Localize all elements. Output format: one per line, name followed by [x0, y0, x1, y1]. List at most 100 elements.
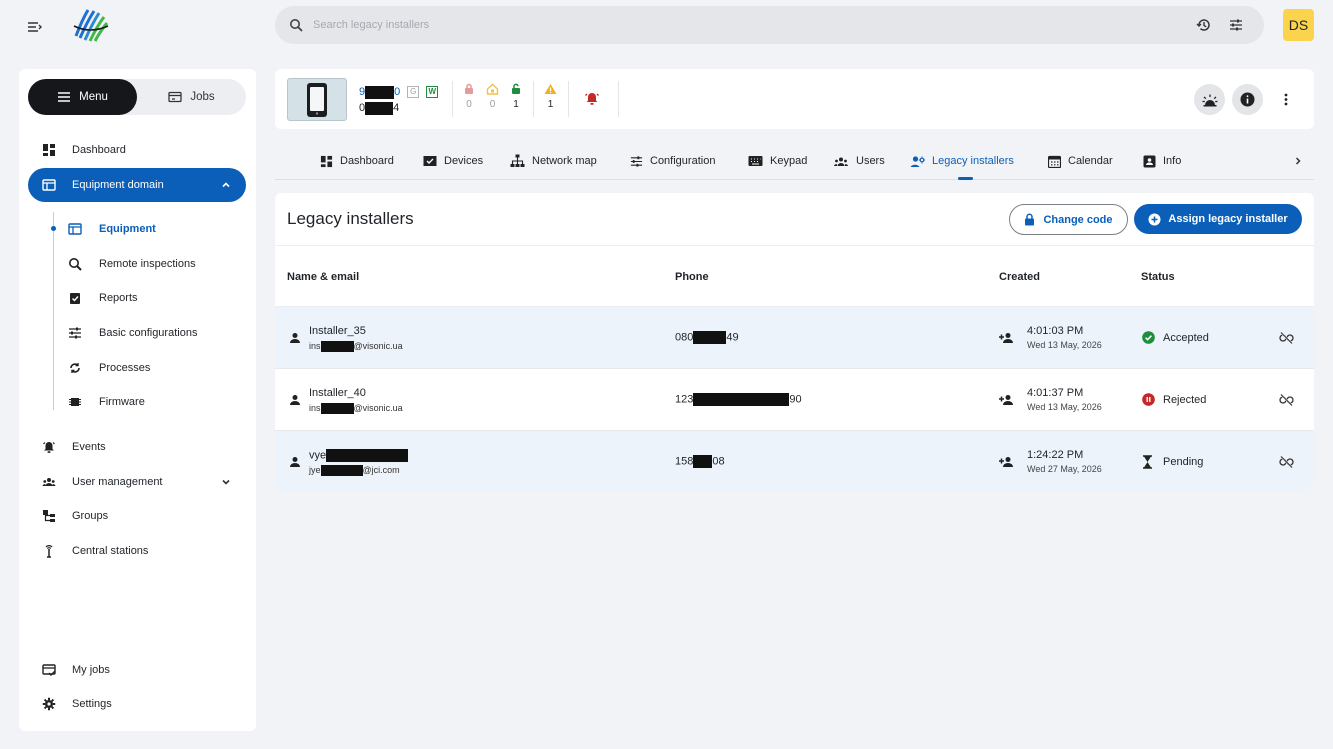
- jobs-segment-button[interactable]: Jobs: [137, 79, 246, 115]
- collapse-menu-icon[interactable]: [26, 18, 44, 36]
- sidebar-sub-item-reports[interactable]: Reports: [68, 281, 138, 315]
- change-code-button[interactable]: Change code: [1009, 204, 1128, 235]
- installer-email: ins @visonic.ua: [309, 340, 403, 353]
- sidebar-sub-item-remote-inspections[interactable]: Remote inspections: [68, 247, 196, 281]
- memory-chip-icon: [69, 398, 81, 406]
- device-id-end[interactable]: 0: [394, 84, 400, 100]
- dashboard-icon: [320, 155, 333, 167]
- alarm-red-icon[interactable]: [584, 91, 600, 106]
- stat-armed-home[interactable]: 0: [486, 83, 499, 110]
- menu-segment-button[interactable]: Menu: [28, 79, 137, 115]
- sidebar-sub-item-processes[interactable]: Processes: [68, 351, 150, 385]
- status-text: Rejected: [1163, 394, 1207, 406]
- stat-value: 1: [513, 99, 519, 110]
- column-header-status[interactable]: Status: [1141, 271, 1175, 283]
- sidebar-item-groups[interactable]: Groups: [28, 499, 246, 533]
- groups-tree-icon: [43, 510, 55, 522]
- stat-value: 0: [466, 99, 472, 110]
- info-icon: [1240, 92, 1255, 107]
- divider: [452, 81, 453, 117]
- tab-dashboard[interactable]: Dashboard: [320, 146, 394, 176]
- tab-devices[interactable]: Devices: [423, 146, 483, 176]
- tab-network-map[interactable]: Network map: [510, 146, 597, 176]
- history-icon[interactable]: [1196, 17, 1212, 33]
- tab-info[interactable]: Info: [1143, 146, 1181, 176]
- chevron-down-icon[interactable]: [220, 476, 232, 488]
- sync-icon: [70, 363, 80, 373]
- tab-users[interactable]: Users: [833, 146, 885, 176]
- brightness-alert-button[interactable]: [1194, 84, 1225, 115]
- column-header-phone[interactable]: Phone: [675, 271, 709, 283]
- group-users-icon: [42, 478, 56, 486]
- sidebar-sub-item-equipment[interactable]: Equipment: [68, 212, 156, 246]
- person-icon: [290, 457, 300, 467]
- phone-start: 158: [675, 455, 694, 468]
- link-off-icon[interactable]: [1279, 332, 1294, 344]
- more-vertical-icon[interactable]: [1280, 93, 1292, 106]
- brand-logo[interactable]: [70, 6, 110, 44]
- sidebar-sub-item-firmware[interactable]: Firmware: [68, 385, 145, 419]
- devices-check-icon: [423, 155, 437, 166]
- stat-armed-away[interactable]: 0: [463, 83, 475, 110]
- phone-end: 90: [789, 393, 802, 406]
- equipment-icon: [68, 223, 82, 235]
- siren-icon: [1202, 94, 1217, 106]
- sidebar-item-equipment-domain[interactable]: Equipment domain: [28, 168, 246, 202]
- redaction-block: [320, 465, 363, 477]
- chevron-up-icon[interactable]: [220, 179, 232, 191]
- submenu-active-dot: [51, 226, 56, 231]
- divider: [618, 81, 619, 117]
- tabs-scroll-right-button[interactable]: [1293, 146, 1303, 176]
- user-avatar[interactable]: DS: [1283, 9, 1314, 41]
- column-header-name[interactable]: Name & email: [287, 271, 359, 283]
- table-row[interactable]: Installer_40 ins @visonic.ua 123 90 4:01:3…: [275, 369, 1314, 431]
- link-off-icon[interactable]: [1279, 456, 1294, 468]
- sidebar-sub-item-label: Firmware: [99, 396, 145, 408]
- tab-legacy-installers[interactable]: Legacy installers: [910, 146, 1014, 176]
- search-input[interactable]: [313, 19, 1196, 31]
- installer-email: jye @jci.com: [309, 464, 400, 477]
- link-off-icon[interactable]: [1279, 394, 1294, 406]
- active-tab-indicator: [958, 177, 973, 180]
- sidebar-item-label: Events: [72, 441, 106, 453]
- sidebar-sub-item-basic-configurations[interactable]: Basic configurations: [68, 316, 197, 350]
- tab-keypad[interactable]: Keypad: [748, 146, 807, 176]
- person-add-icon: [999, 333, 1013, 343]
- created-time: 4:01:03 PM: [1027, 325, 1084, 337]
- tab-configuration[interactable]: Configuration: [630, 146, 715, 176]
- person-add-icon: [999, 457, 1013, 467]
- sidebar-item-my-jobs[interactable]: My jobs: [28, 653, 246, 687]
- chevron-right-icon: [1295, 157, 1301, 165]
- name-start: vye: [309, 449, 327, 462]
- filter-tune-icon[interactable]: [1228, 17, 1244, 33]
- hourglass-icon: [1143, 455, 1152, 469]
- sidebar-item-user-management[interactable]: User management: [28, 465, 246, 499]
- column-header-created[interactable]: Created: [999, 271, 1040, 283]
- stat-warnings[interactable]: 1: [544, 83, 557, 110]
- sidebar-item-events[interactable]: Events: [28, 430, 246, 464]
- device-image[interactable]: [287, 78, 347, 121]
- tab-label: Info: [1163, 155, 1182, 167]
- legacy-installers-panel: Legacy installers Change code Assign leg…: [275, 193, 1314, 491]
- table-row[interactable]: vye jye @jci.com 158 08 1:24:22 PM Wed 27 …: [275, 431, 1314, 491]
- sidebar-item-settings[interactable]: Settings: [28, 687, 246, 721]
- menu-jobs-toggle: Menu Jobs: [28, 79, 246, 115]
- sidebar-item-dashboard[interactable]: Dashboard: [28, 133, 246, 167]
- jobs-icon: [168, 91, 182, 103]
- assign-legacy-installer-button[interactable]: Assign legacy installer: [1134, 204, 1302, 234]
- stat-disarmed[interactable]: 1: [510, 83, 522, 110]
- installer-email: ins @visonic.ua: [309, 402, 403, 415]
- installer-phone: 123 90: [675, 393, 802, 406]
- created-date: Wed 27 May, 2026: [1027, 464, 1102, 474]
- search-bar[interactable]: [275, 6, 1264, 44]
- tab-label: Keypad: [770, 155, 808, 167]
- email-start: ins: [309, 341, 321, 351]
- table-row[interactable]: Installer_35 ins @visonic.ua 080 49 4:01:0…: [275, 307, 1314, 369]
- person-icon: [290, 333, 300, 343]
- lock-icon: [1025, 213, 1035, 226]
- info-button[interactable]: [1232, 84, 1263, 115]
- sidebar-item-central-stations[interactable]: Central stations: [28, 534, 246, 568]
- tab-calendar[interactable]: Calendar: [1048, 146, 1113, 176]
- lock-red-icon: [465, 83, 473, 94]
- phone-start: 123: [675, 393, 694, 406]
